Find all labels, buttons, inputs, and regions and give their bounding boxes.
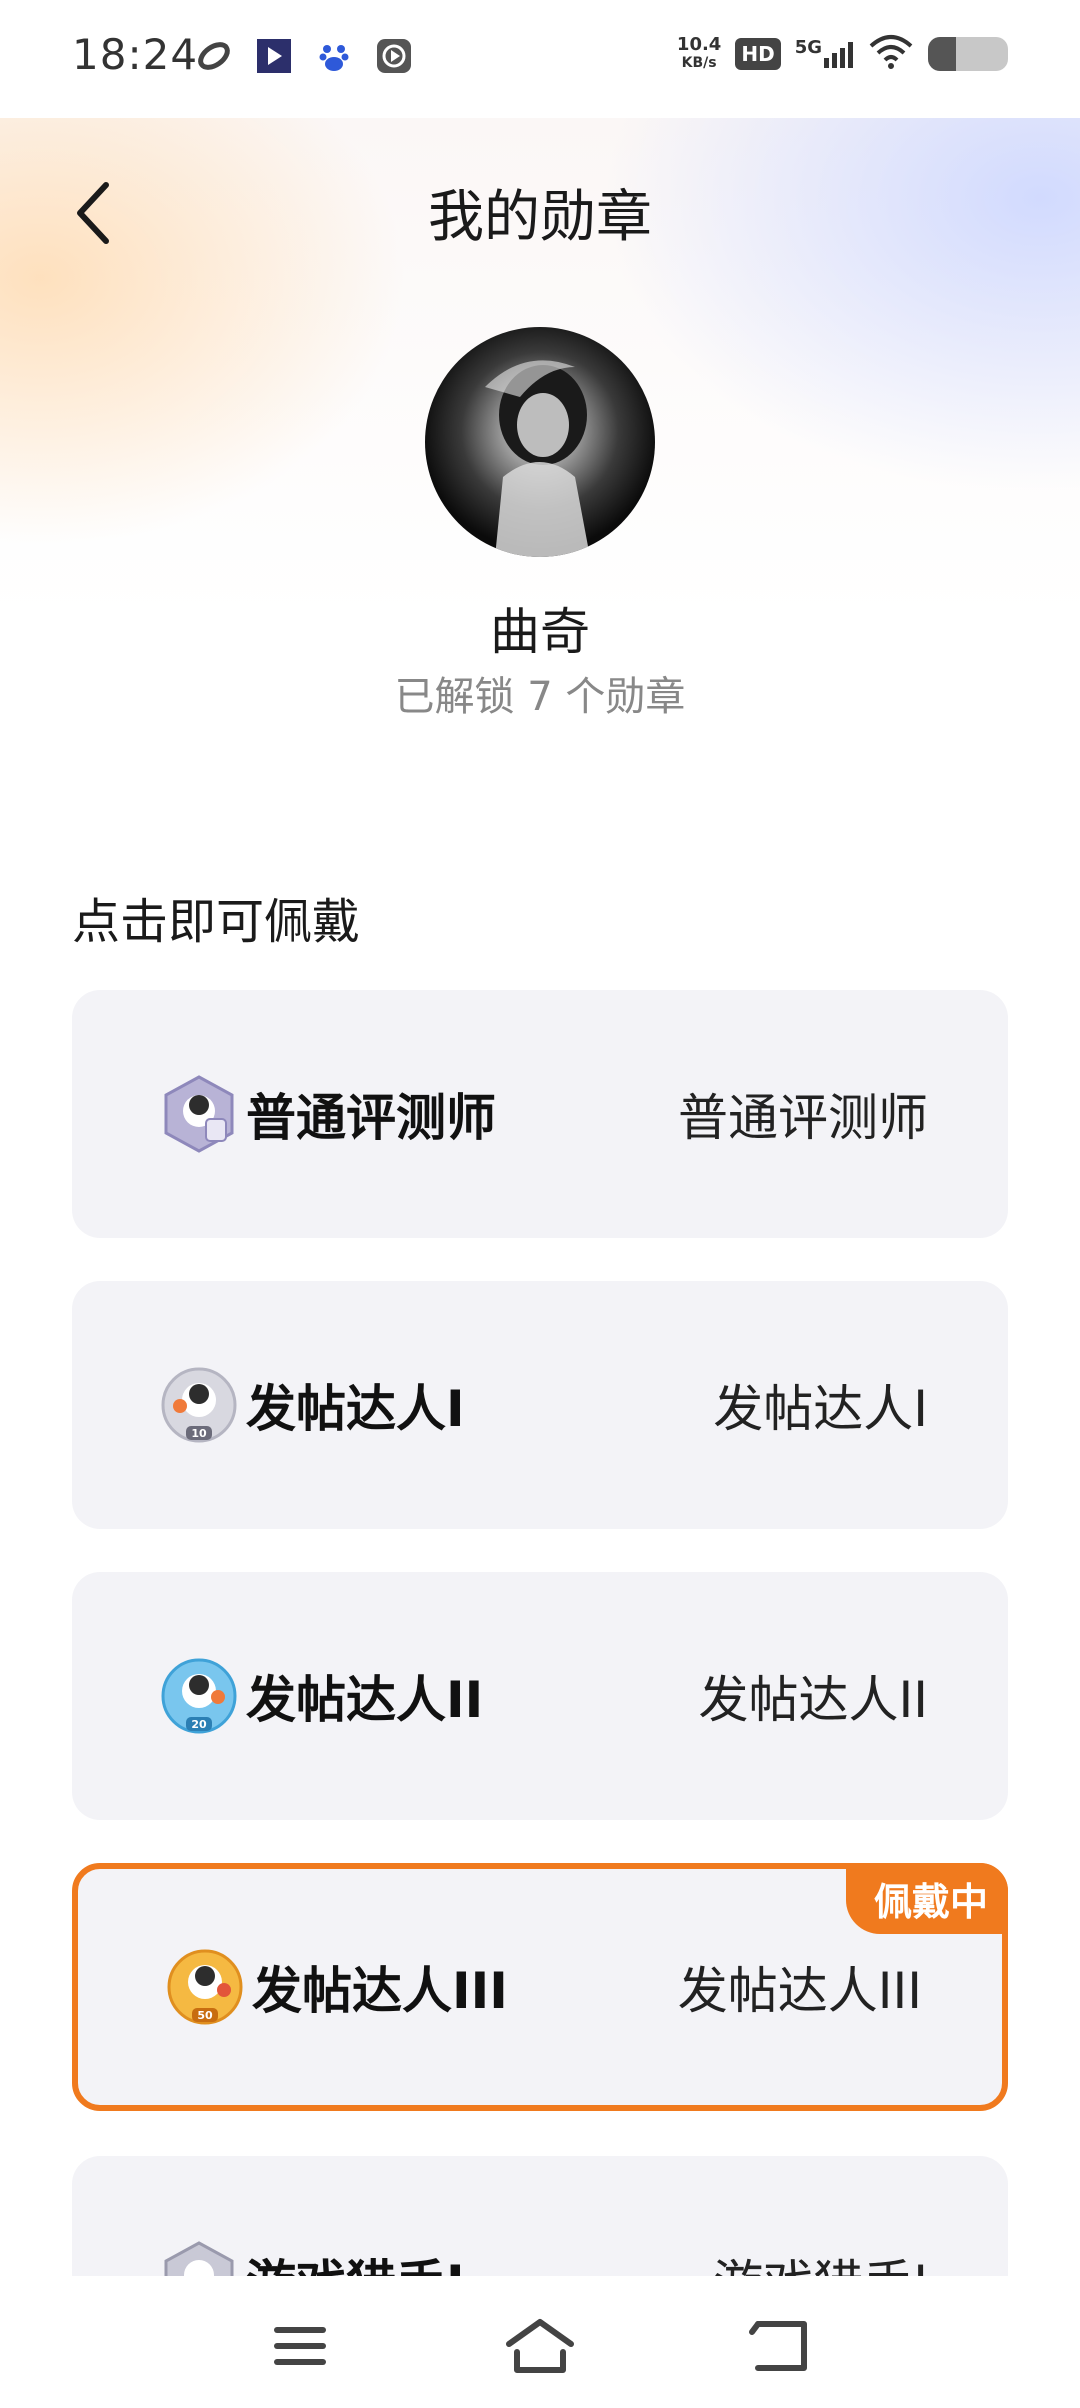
menu-button[interactable] bbox=[255, 2306, 345, 2386]
signal-icon: 5G bbox=[795, 37, 854, 68]
badge-name: 普通评测师 bbox=[246, 1089, 496, 1147]
play-circle-icon bbox=[376, 38, 412, 74]
badge-name: 发帖达人II bbox=[246, 1671, 484, 1729]
poster-badge-3-icon: 50 bbox=[166, 1948, 244, 2026]
leaf-app-icon bbox=[196, 38, 232, 74]
network-speed: 10.4 KB/s bbox=[676, 34, 722, 72]
svg-text:20: 20 bbox=[191, 1718, 207, 1731]
badge-desc: 发帖达人III bbox=[677, 1962, 922, 2020]
menu-icon bbox=[274, 2327, 326, 2365]
baidu-app-icon bbox=[316, 38, 352, 74]
poster-badge-1-icon: 10 bbox=[160, 1366, 238, 1444]
back-nav-button[interactable] bbox=[735, 2306, 825, 2386]
unlocked-count: 已解锁 7 个勋章 bbox=[394, 674, 686, 720]
battery-level bbox=[928, 37, 956, 71]
avatar bbox=[425, 327, 655, 557]
system-nav-bar bbox=[0, 2276, 1080, 2408]
badge-desc: 发帖达人I bbox=[713, 1380, 928, 1438]
wearing-badge-tag: 佩戴中 bbox=[845, 1863, 1008, 1934]
wifi-icon bbox=[868, 34, 914, 74]
notification-icons bbox=[196, 38, 412, 74]
badge-desc: 发帖达人II bbox=[698, 1671, 929, 1729]
badge-card-poster-1[interactable]: 10 发帖达人I 发帖达人I bbox=[72, 1281, 1008, 1529]
status-bar: 18:24 10.4 KB/s HD 5G bbox=[0, 0, 1080, 118]
user-name: 曲奇 bbox=[490, 603, 590, 661]
svg-text:10: 10 bbox=[191, 1427, 207, 1440]
section-label: 点击即可佩戴 bbox=[72, 894, 361, 950]
badge-name: 游戏猎手I bbox=[246, 2244, 465, 2276]
badge-desc: 普通评测师 bbox=[678, 1089, 928, 1147]
badge-card-poster-2[interactable]: 20 发帖达人II 发帖达人II bbox=[72, 1572, 1008, 1820]
svg-text:50: 50 bbox=[197, 2009, 213, 2022]
poster-badge-2-icon: 20 bbox=[160, 1657, 238, 1735]
video-app-icon bbox=[256, 38, 292, 74]
badge-card-reviewer[interactable]: 普通评测师 普通评测师 bbox=[72, 990, 1008, 1238]
hd-icon: HD bbox=[735, 38, 781, 70]
badge-name: 发帖达人III bbox=[252, 1962, 508, 2020]
badge-card-poster-3[interactable]: 50 发帖达人III 发帖达人III 佩戴中 bbox=[72, 1863, 1008, 2111]
badge-name: 发帖达人I bbox=[246, 1380, 465, 1438]
battery-icon bbox=[928, 37, 1008, 71]
home-button[interactable] bbox=[495, 2306, 585, 2386]
status-time: 18:24 bbox=[72, 30, 199, 79]
home-icon bbox=[506, 2319, 574, 2373]
status-right: 10.4 KB/s HD 5G bbox=[677, 34, 1008, 74]
reviewer-badge-icon bbox=[160, 1075, 238, 1153]
game-hunter-badge-icon bbox=[160, 2241, 238, 2276]
back-icon bbox=[749, 2321, 807, 2371]
badge-card-game-hunter[interactable]: 游戏猎手I 游戏猎手I bbox=[72, 2156, 1008, 2276]
page-title: 我的勋章 bbox=[428, 185, 652, 250]
badge-desc: 游戏猎手I bbox=[713, 2244, 928, 2276]
list-viewport-bottom: 游戏猎手I 游戏猎手I bbox=[0, 2150, 1080, 2276]
